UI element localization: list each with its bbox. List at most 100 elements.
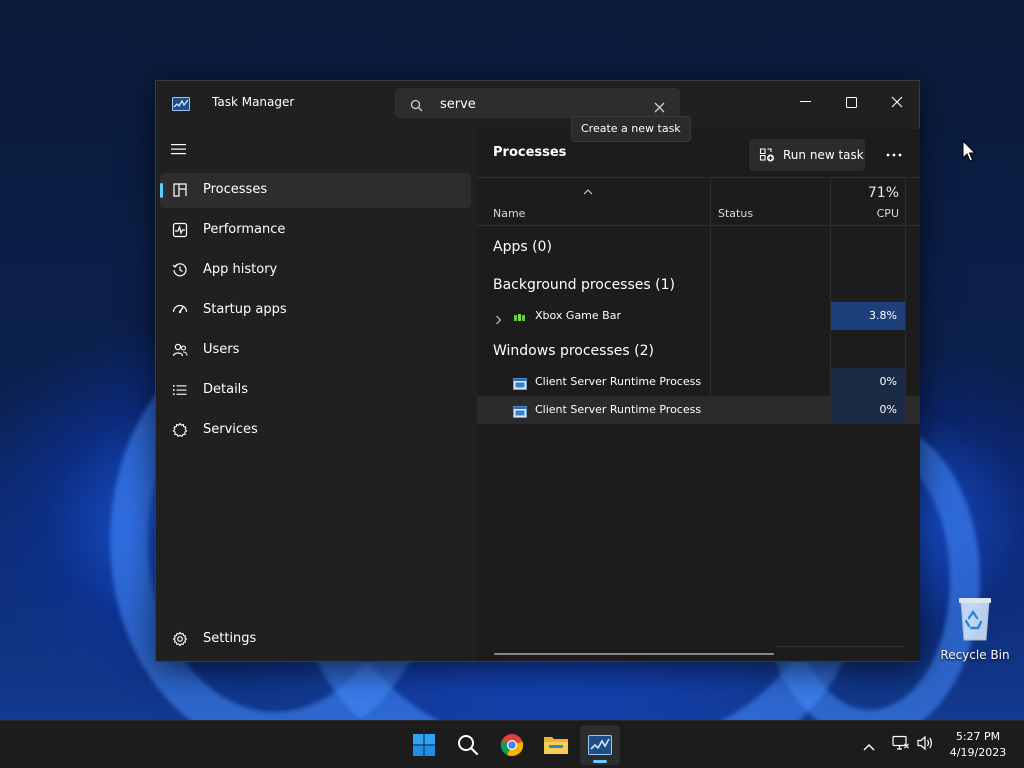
- header-divider: [477, 177, 920, 178]
- clock-time: 5:27 PM: [955, 730, 1001, 743]
- chrome-icon: [500, 734, 524, 757]
- hamburger-icon: [171, 144, 186, 155]
- group-header-apps: Apps (0): [493, 239, 552, 255]
- more-options-button[interactable]: [877, 139, 911, 171]
- column-header-cpu-percent[interactable]: 71%: [831, 185, 899, 201]
- sidebar-item-label: App history: [203, 262, 278, 277]
- maximize-icon: [845, 96, 857, 108]
- scrollbar-track: [774, 646, 905, 647]
- header-divider: [477, 225, 920, 226]
- window-title: Task Manager: [212, 95, 295, 109]
- sidebar-item-startup-apps[interactable]: Startup apps: [160, 293, 471, 328]
- settings-label: Settings: [203, 631, 257, 646]
- sidebar-item-label: Details: [203, 382, 249, 397]
- cpu-value: 3.8%: [869, 309, 897, 322]
- sidebar-item-performance[interactable]: Performance: [160, 213, 471, 248]
- gear-icon: [172, 631, 188, 647]
- run-new-task-label: Run new task: [783, 148, 864, 162]
- sidebar-item-settings[interactable]: Settings: [160, 622, 471, 657]
- cpu-cell: 0%: [831, 396, 905, 424]
- search-icon: [410, 97, 423, 116]
- run-new-task-button[interactable]: Run new task: [749, 139, 865, 171]
- xbox-game-bar-icon: [513, 309, 526, 328]
- task-manager-app-icon: [172, 96, 190, 115]
- table-row[interactable]: Client Server Runtime Process 0%: [477, 396, 920, 424]
- sidebar-item-services[interactable]: Services: [160, 413, 471, 448]
- column-header-name[interactable]: Name: [493, 207, 525, 220]
- sidebar-item-label: Startup apps: [203, 302, 287, 317]
- app-history-icon: [172, 263, 187, 277]
- process-name: Client Server Runtime Process: [535, 375, 702, 388]
- tooltip: Create a new task: [571, 116, 691, 142]
- sidebar-item-label: Services: [203, 422, 258, 437]
- startup-apps-icon: [172, 304, 188, 314]
- minimize-icon: [799, 101, 811, 102]
- start-button[interactable]: [404, 725, 444, 765]
- run-new-task-icon: [759, 148, 774, 162]
- chevron-up-icon: [863, 744, 875, 751]
- close-icon: [891, 96, 903, 108]
- cpu-cell: 0%: [831, 368, 905, 396]
- sort-ascending-icon: [583, 180, 593, 199]
- application-window-icon: [513, 403, 527, 422]
- recycle-bin-label: Recycle Bin: [940, 648, 1010, 662]
- search-icon: [458, 735, 479, 756]
- clear-search-icon[interactable]: [654, 98, 665, 117]
- process-name: Client Server Runtime Process: [535, 403, 702, 416]
- sidebar-item-label: Users: [203, 342, 240, 357]
- maximize-button[interactable]: [828, 87, 874, 117]
- task-manager-icon: [588, 735, 612, 755]
- mouse-cursor-icon: [962, 139, 977, 166]
- taskbar-search-button[interactable]: [448, 725, 488, 765]
- recycle-bin[interactable]: Recycle Bin: [938, 594, 1012, 662]
- expand-chevron-icon[interactable]: [495, 310, 502, 329]
- network-icon[interactable]: [892, 735, 910, 755]
- volume-icon[interactable]: [916, 735, 934, 755]
- table-row[interactable]: Xbox Game Bar 3.8%: [477, 302, 920, 330]
- taskbar-file-explorer[interactable]: [536, 725, 576, 765]
- sidebar-item-label: Performance: [203, 222, 286, 237]
- taskbar: 5:27 PM 4/19/2023: [0, 720, 1024, 768]
- sidebar-item-processes[interactable]: Processes: [160, 173, 471, 208]
- table-row[interactable]: Client Server Runtime Process 0%: [477, 368, 920, 396]
- application-window-icon: [513, 375, 527, 394]
- group-header-background: Background processes (1): [493, 277, 675, 293]
- horizontal-scrollbar[interactable]: [494, 653, 774, 655]
- users-icon: [172, 343, 188, 357]
- title-bar[interactable]: Task Manager: [156, 81, 919, 125]
- taskbar-task-manager[interactable]: [580, 725, 620, 765]
- sidebar-item-label: Processes: [203, 182, 268, 197]
- cpu-cell: 3.8%: [831, 302, 905, 330]
- task-manager-window: Task Manager Pro: [155, 80, 920, 662]
- sidebar-item-app-history[interactable]: App history: [160, 253, 471, 288]
- group-header-windows: Windows processes (2): [493, 343, 654, 359]
- cpu-value: 0%: [879, 403, 897, 416]
- search-box[interactable]: [395, 88, 680, 118]
- processes-panel: Processes Run new task Name Status 71% C…: [477, 129, 920, 661]
- clock[interactable]: 5:27 PM 4/19/2023: [940, 729, 1016, 761]
- show-hidden-icons-chevron[interactable]: [862, 737, 876, 756]
- windows-logo-icon: [413, 734, 435, 756]
- process-name: Xbox Game Bar: [535, 309, 621, 322]
- minimize-button[interactable]: [782, 87, 828, 117]
- processes-icon: [173, 183, 187, 197]
- services-icon: [172, 422, 188, 438]
- search-input[interactable]: [440, 94, 640, 114]
- sidebar-item-details[interactable]: Details: [160, 373, 471, 408]
- details-icon: [173, 385, 187, 395]
- clock-date: 4/19/2023: [949, 746, 1007, 759]
- folder-icon: [544, 737, 568, 754]
- column-header-status[interactable]: Status: [718, 207, 753, 220]
- sidebar-nav: Processes Performance App history Startu…: [160, 173, 471, 453]
- page-title: Processes: [493, 145, 567, 160]
- more-options-icon: [886, 153, 902, 157]
- performance-icon: [172, 222, 188, 238]
- cpu-cell: [831, 279, 905, 303]
- hamburger-menu-button[interactable]: [171, 141, 191, 157]
- recycle-bin-icon: [955, 594, 995, 642]
- close-button[interactable]: [874, 87, 920, 117]
- column-header-cpu[interactable]: CPU: [831, 207, 899, 220]
- cpu-value: 0%: [879, 375, 897, 388]
- taskbar-chrome[interactable]: [492, 725, 532, 765]
- sidebar-item-users[interactable]: Users: [160, 333, 471, 368]
